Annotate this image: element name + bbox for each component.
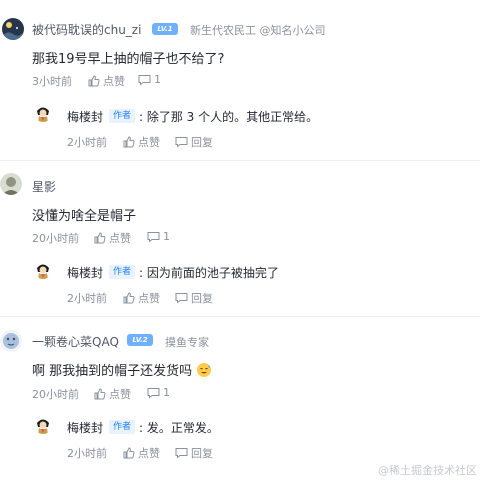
reply-label: 回复: [191, 292, 213, 305]
comment-icon: [175, 293, 188, 304]
user-title: 新生代农民工 @知名小公司: [190, 24, 326, 37]
level-badge: LV.2: [127, 334, 153, 346]
reply-button[interactable]: 回复: [175, 445, 213, 461]
comment-time: 20小时前: [32, 232, 79, 245]
like-label: 点赞: [138, 136, 160, 149]
reply-label: 回复: [191, 447, 213, 460]
avatar[interactable]: [0, 330, 22, 352]
like-label: 点赞: [138, 447, 160, 460]
like-label: 点赞: [138, 292, 160, 305]
username[interactable]: 一颗卷心菜QAQ: [32, 333, 119, 350]
reply-content: : 除了那 3 个人的。其他正常给。: [139, 110, 319, 124]
reply-time: 2小时前: [67, 292, 107, 305]
avatar[interactable]: [2, 18, 24, 40]
avatar[interactable]: [34, 104, 52, 122]
thumbs-up-icon: [88, 75, 100, 87]
author-tag: 作者: [109, 420, 136, 434]
reply-content: : 因为前面的池子被抽完了: [139, 266, 279, 280]
reply-count: 1: [163, 230, 170, 243]
reply-content: : 发。正常发。: [139, 421, 219, 435]
reply-count-button[interactable]: 1: [147, 386, 170, 399]
comment-content: 那我19号早上抽的帽子也不给了?: [32, 52, 225, 67]
like-button[interactable]: 点赞: [94, 230, 131, 246]
comment-icon: [175, 448, 188, 459]
reply-button[interactable]: 回复: [175, 134, 213, 150]
like-label: 点赞: [103, 75, 125, 88]
reply-count-button[interactable]: 1: [147, 230, 170, 243]
thumbs-up-icon: [123, 136, 135, 148]
reply-count: 1: [163, 386, 170, 399]
comment-icon: [138, 74, 151, 86]
comment-content: 没懂为啥全是帽子: [32, 209, 137, 224]
comment-text: 啊 那我抽到的帽子还发货吗: [32, 364, 193, 379]
author-tag: 作者: [109, 109, 136, 123]
like-button[interactable]: 点赞: [94, 386, 131, 402]
divider: [0, 160, 480, 161]
avatar[interactable]: [34, 261, 52, 279]
comment-time: 20小时前: [32, 388, 79, 401]
like-button[interactable]: 点赞: [123, 445, 160, 461]
thumbs-up-icon: [123, 447, 135, 459]
reply-time: 2小时前: [67, 447, 107, 460]
reply-time: 2小时前: [67, 136, 107, 149]
reply-count: 1: [154, 73, 161, 86]
comment-icon: [175, 137, 188, 148]
level-badge: LV.1: [152, 23, 178, 35]
comment-icon: [147, 387, 160, 399]
thumbs-up-icon: [94, 232, 106, 244]
username[interactable]: 星影: [32, 178, 56, 195]
sweat-smile-emoji-icon: [197, 363, 212, 377]
like-button[interactable]: 点赞: [123, 134, 160, 150]
author-tag: 作者: [109, 265, 136, 279]
reply-username[interactable]: 梅楼封: [67, 108, 103, 125]
like-label: 点赞: [109, 388, 131, 401]
reply-count-button[interactable]: 1: [138, 73, 161, 86]
comment-icon: [147, 231, 160, 243]
reply-username[interactable]: 梅楼封: [67, 419, 103, 436]
like-button[interactable]: 点赞: [123, 290, 160, 306]
reply-username[interactable]: 梅楼封: [67, 264, 103, 281]
thumbs-up-icon: [123, 292, 135, 304]
username[interactable]: 被代码耽误的chu_zi: [32, 21, 141, 38]
thumbs-up-icon: [94, 388, 106, 400]
like-label: 点赞: [109, 232, 131, 245]
avatar[interactable]: [34, 416, 52, 434]
watermark: @稀土掘金技术社区: [378, 464, 477, 477]
comment-time: 3小时前: [32, 75, 72, 88]
avatar[interactable]: [0, 173, 22, 195]
reply-label: 回复: [191, 136, 213, 149]
user-title: 摸鱼专家: [165, 336, 209, 349]
reply-button[interactable]: 回复: [175, 290, 213, 306]
comment-content: 啊 那我抽到的帽子还发货吗: [32, 360, 212, 379]
divider: [0, 316, 480, 317]
like-button[interactable]: 点赞: [88, 73, 125, 89]
